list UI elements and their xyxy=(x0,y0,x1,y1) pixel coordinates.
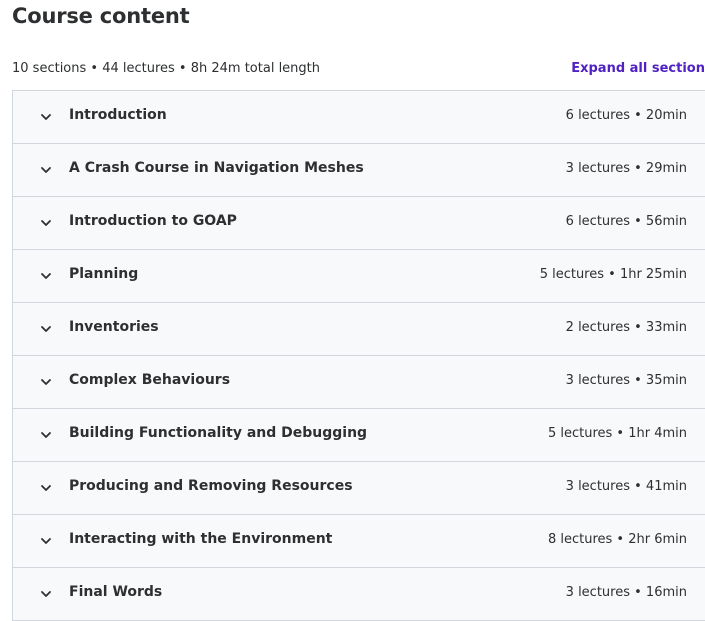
section-item-complex-behaviours[interactable]: Complex Behaviours 3 lectures • 35min xyxy=(13,356,705,409)
section-title: Inventories xyxy=(69,319,159,335)
section-title: Building Functionality and Debugging xyxy=(69,425,368,441)
chevron-down-icon xyxy=(39,375,53,389)
chevron-down-icon xyxy=(39,322,53,336)
section-item-introduction-to-goap[interactable]: Introduction to GOAP 6 lectures • 56min xyxy=(13,197,705,250)
chevron-down-icon xyxy=(39,163,53,177)
section-meta: 3 lectures • 16min xyxy=(565,585,687,600)
chevron-down-icon xyxy=(39,481,53,495)
section-item-crash-course-navigation-meshes[interactable]: A Crash Course in Navigation Meshes 3 le… xyxy=(13,144,705,197)
chevron-down-icon xyxy=(39,110,53,124)
section-title: Planning xyxy=(69,266,139,282)
section-item-final-words[interactable]: Final Words 3 lectures • 16min xyxy=(13,568,705,620)
section-item-inventories[interactable]: Inventories 2 lectures • 33min xyxy=(13,303,705,356)
section-meta: 2 lectures • 33min xyxy=(565,320,687,335)
section-item-interacting-environment[interactable]: Interacting with the Environment 8 lectu… xyxy=(13,515,705,568)
section-title: Introduction to GOAP xyxy=(69,213,237,229)
section-title: Interacting with the Environment xyxy=(69,531,333,547)
section-meta: 6 lectures • 20min xyxy=(565,108,687,123)
section-list: Introduction 6 lectures • 20min A Crash … xyxy=(12,90,705,621)
section-meta: 6 lectures • 56min xyxy=(565,214,687,229)
section-title: Producing and Removing Resources xyxy=(69,478,353,494)
section-meta: 3 lectures • 35min xyxy=(565,373,687,388)
chevron-down-icon xyxy=(39,428,53,442)
section-item-producing-removing-resources[interactable]: Producing and Removing Resources 3 lectu… xyxy=(13,462,705,515)
chevron-down-icon xyxy=(39,534,53,548)
section-meta: 3 lectures • 41min xyxy=(565,479,687,494)
section-meta: 5 lectures • 1hr 25min xyxy=(539,267,687,282)
section-title: Complex Behaviours xyxy=(69,372,231,388)
chevron-down-icon xyxy=(39,269,53,283)
section-title: Introduction xyxy=(69,107,167,123)
course-summary: 10 sections • 44 lectures • 8h 24m total… xyxy=(12,61,321,76)
course-summary-row: 10 sections • 44 lectures • 8h 24m total… xyxy=(12,60,705,80)
section-item-building-functionality[interactable]: Building Functionality and Debugging 5 l… xyxy=(13,409,705,462)
section-meta: 3 lectures • 29min xyxy=(565,161,687,176)
section-item-introduction[interactable]: Introduction 6 lectures • 20min xyxy=(13,91,705,144)
expand-all-sections-button[interactable]: Expand all section xyxy=(571,61,705,76)
section-meta: 5 lectures • 1hr 4min xyxy=(547,426,687,441)
section-meta: 8 lectures • 2hr 6min xyxy=(547,532,687,547)
chevron-down-icon xyxy=(39,216,53,230)
section-title: Final Words xyxy=(69,584,163,600)
section-title: A Crash Course in Navigation Meshes xyxy=(69,160,364,176)
section-item-planning[interactable]: Planning 5 lectures • 1hr 25min xyxy=(13,250,705,303)
chevron-down-icon xyxy=(39,587,53,601)
page-title: Course content xyxy=(12,4,190,28)
